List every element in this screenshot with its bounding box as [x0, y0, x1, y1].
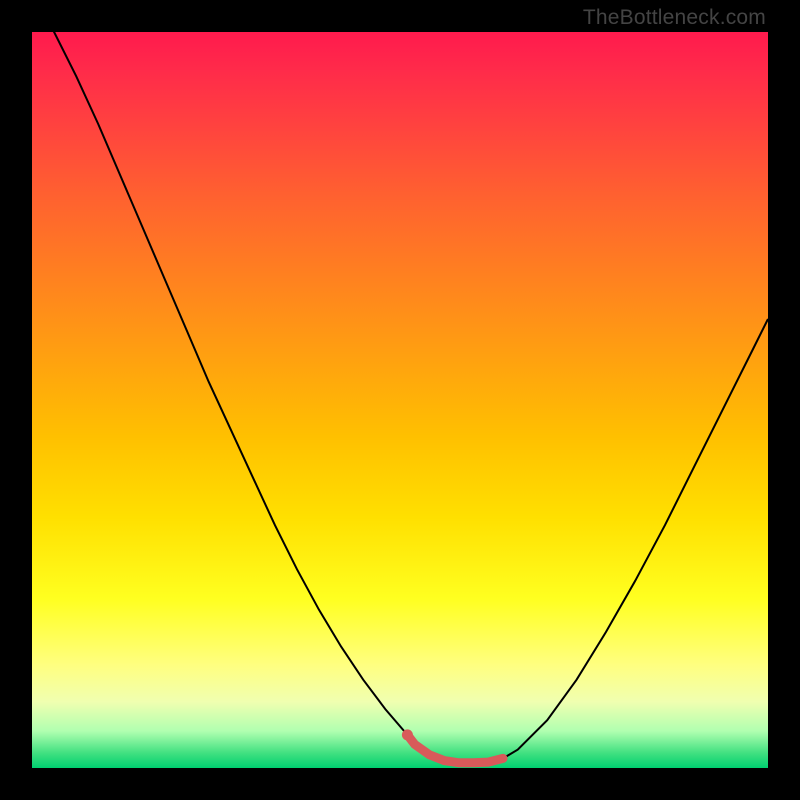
bottleneck-chart: TheBottleneck.com [0, 0, 800, 800]
valley-marker [402, 729, 503, 762]
curve-layer [0, 0, 800, 800]
bottleneck-curve [32, 0, 768, 763]
